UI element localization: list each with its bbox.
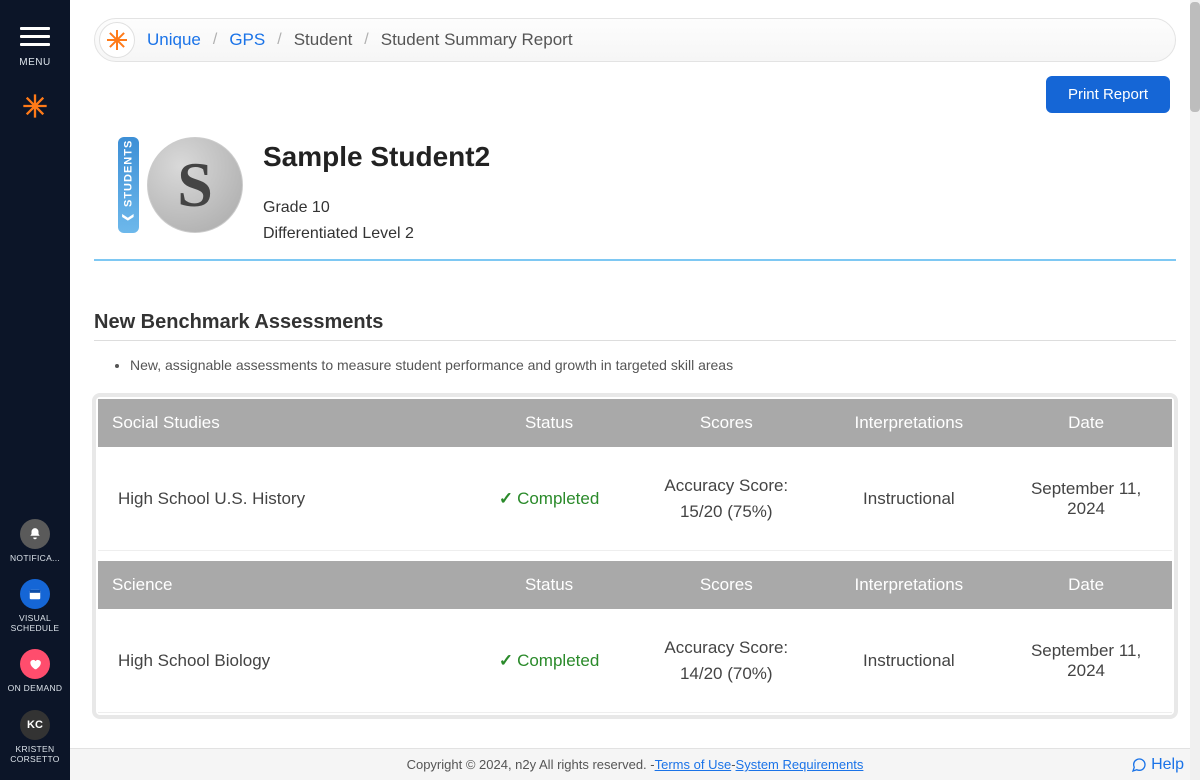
table-header-scores: Scores [635,399,818,447]
sidebar-item-label: NOTIFICA... [10,553,60,563]
student-avatar: S [147,137,243,233]
copyright-text: Copyright © 2024, n2y All rights reserve… [407,757,655,772]
sidebar-item-label: VISUAL SCHEDULE [3,613,67,633]
bell-icon [20,519,50,549]
table-header-dateلى: Date [1000,561,1172,609]
breadcrumb-separator: / [213,31,217,49]
assessment-date: September 11, 2024 [1000,447,1172,551]
student-info: Sample Student2 Grade 10 Differentiated … [263,137,490,243]
assessment-status: ✓Completed [463,609,635,713]
print-report-button[interactable]: Print Report [1046,76,1170,113]
menu-icon[interactable] [20,22,50,51]
avatar-initials: KC [20,710,50,740]
chat-icon [1131,757,1147,773]
scrollbar[interactable] [1190,0,1200,780]
breadcrumb-separator: / [364,31,368,49]
sidebar-item-visual-schedule[interactable]: VISUAL SCHEDULE [3,579,67,633]
section-description: New, assignable assessments to measure s… [130,357,1176,373]
student-grade: Grade 10 [263,199,490,217]
table-row[interactable]: High School Biology ✓Completed Accuracy … [98,609,1172,713]
breadcrumb-item-current: Student Summary Report [381,30,573,50]
menu-label: MENU [19,57,50,68]
assessment-score: Accuracy Score:14/20 (70%) [635,609,818,713]
calendar-icon [20,579,50,609]
assessment-interpretation: Instructional [818,447,1001,551]
table-header-status: Status [463,399,635,447]
table-row[interactable]: High School U.S. History ✓Completed Accu… [98,447,1172,551]
student-header: ❯ STUDENTS S Sample Student2 Grade 10 Di… [94,123,1176,261]
assessments-tables: Social Studies Status Scores Interpretat… [92,393,1178,719]
table-header-subject: Science [98,561,463,609]
sidebar-item-label: ON DEMAND [8,683,63,693]
breadcrumb-link-unique[interactable]: Unique [147,30,201,50]
sidebar-item-notifications[interactable]: NOTIFICA... [10,519,60,563]
main-content: Unique / GPS / Student / Student Summary… [70,0,1200,780]
table-header-scores: Scores [635,561,818,609]
table-header-status: Status [463,561,635,609]
assessment-name: High School Biology [98,609,463,713]
student-level: Differentiated Level 2 [263,225,490,243]
breadcrumb-link-gps[interactable]: GPS [229,30,265,50]
assessment-interpretation: Instructional [818,609,1001,713]
check-icon: ✓ [499,651,513,670]
assessment-table-social-studies: Social Studies Status Scores Interpretat… [98,399,1172,551]
breadcrumb: Unique / GPS / Student / Student Summary… [94,18,1176,62]
chevron-right-icon: ❯ [122,213,135,223]
students-tab-label: STUDENTS [123,140,135,207]
breadcrumb-separator: / [277,31,281,49]
sidebar: MENU NOTIFICA... VISUAL SCHEDULE ON DEMA… [0,0,70,780]
heart-icon [20,649,50,679]
table-header-date: Date [1000,399,1172,447]
scroll-thumb[interactable] [1190,2,1200,112]
sidebar-item-label: KRISTEN CORSETTO [3,744,67,764]
sidebar-item-user-profile[interactable]: KC KRISTEN CORSETTO [3,710,67,764]
system-requirements-link[interactable]: System Requirements [736,757,864,772]
breadcrumb-logo-icon[interactable] [99,22,135,58]
help-button[interactable]: Help [1131,756,1184,774]
table-header-interpretations: Interpretations [818,561,1001,609]
app-logo-icon[interactable] [19,90,51,122]
table-header-subject: Social Studies [98,399,463,447]
assessment-score: Accuracy Score:15/20 (75%) [635,447,818,551]
students-tab[interactable]: ❯ STUDENTS [118,137,139,233]
student-name: Sample Student2 [263,141,490,173]
footer: Copyright © 2024, n2y All rights reserve… [70,748,1200,780]
sidebar-item-on-demand[interactable]: ON DEMAND [8,649,63,693]
help-label: Help [1151,756,1184,774]
assessment-date: September 11, 2024 [1000,609,1172,713]
assessment-status: ✓Completed [463,447,635,551]
terms-link[interactable]: Terms of Use [655,757,732,772]
table-header-interpretations: Interpretations [818,399,1001,447]
breadcrumb-item-student: Student [294,30,353,50]
check-icon: ✓ [499,489,513,508]
assessment-name: High School U.S. History [98,447,463,551]
assessment-table-science: Science Status Scores Interpretations Da… [98,561,1172,713]
section-title: New Benchmark Assessments [94,311,1176,341]
